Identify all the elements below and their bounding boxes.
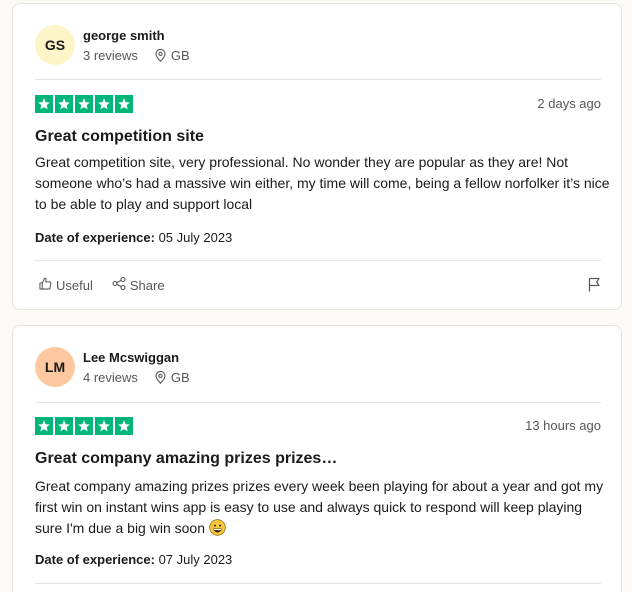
flag-icon[interactable]: [588, 277, 601, 297]
divider: [35, 79, 601, 80]
star-icon: [95, 417, 113, 435]
reviewer-info: Lee Mcswiggan 4 reviews GB: [83, 350, 190, 385]
share-button[interactable]: Share: [112, 276, 165, 293]
date-of-experience: Date of experience: 05 July 2023: [35, 230, 232, 245]
star-rating: [35, 95, 133, 113]
review-body-text: Great company amazing prizes prizes ever…: [35, 478, 604, 536]
review-card: LM Lee Mcswiggan 4 reviews GB 13 hours a…: [12, 325, 622, 592]
review-actions: Useful Share: [39, 276, 184, 293]
reviewer-meta: 3 reviews GB: [83, 48, 190, 63]
reviewer-header: GS george smith 3 reviews GB: [35, 25, 190, 65]
star-icon: [75, 417, 93, 435]
share-icon: [112, 276, 126, 293]
reviewer-header: LM Lee Mcswiggan 4 reviews GB: [35, 347, 190, 387]
reviewer-info: george smith 3 reviews GB: [83, 28, 190, 63]
review-count: 3 reviews: [83, 47, 138, 63]
star-icon: [35, 95, 53, 113]
divider: [35, 583, 601, 584]
star-rating: [35, 417, 133, 435]
experience-label: Date of experience:: [35, 230, 155, 245]
experience-date: 07 July 2023: [158, 552, 233, 567]
thumbs-up-icon: [39, 277, 52, 293]
grinning-face-emoji-icon: [209, 519, 226, 542]
experience-date: 05 July 2023: [158, 230, 233, 245]
star-icon: [55, 417, 73, 435]
experience-label: Date of experience:: [35, 552, 155, 567]
review-body: Great company amazing prizes prizes ever…: [35, 476, 610, 542]
share-label: Share: [129, 277, 165, 293]
reviewer-name[interactable]: george smith: [83, 28, 190, 43]
divider: [35, 402, 601, 403]
avatar[interactable]: LM: [35, 347, 75, 387]
review-count: 4 reviews: [83, 369, 138, 385]
star-icon: [115, 417, 133, 435]
date-of-experience: Date of experience: 07 July 2023: [35, 552, 232, 567]
useful-button[interactable]: Useful: [39, 277, 93, 293]
review-card: GS george smith 3 reviews GB 2 days ago: [12, 3, 622, 310]
review-title[interactable]: Great competition site: [35, 128, 204, 146]
location-pin-icon: [155, 48, 166, 62]
reviews-page: GS george smith 3 reviews GB 2 days ago: [0, 0, 632, 592]
star-icon: [55, 95, 73, 113]
star-icon: [35, 417, 53, 435]
review-body: Great competition site, very professiona…: [35, 154, 610, 212]
review-title[interactable]: Great company amazing prizes prizes…: [35, 450, 337, 468]
reviewer-country: GB: [170, 47, 190, 63]
reviewer-name[interactable]: Lee Mcswiggan: [83, 350, 190, 365]
reviewer-country: GB: [170, 369, 190, 385]
star-icon: [115, 95, 133, 113]
location-pin-icon: [155, 370, 166, 384]
divider: [35, 260, 601, 261]
reviewer-meta: 4 reviews GB: [83, 370, 190, 385]
useful-label: Useful: [56, 277, 93, 293]
star-icon: [95, 95, 113, 113]
review-date: 2 days ago: [537, 96, 601, 111]
review-date: 13 hours ago: [525, 418, 601, 433]
star-icon: [75, 95, 93, 113]
avatar[interactable]: GS: [35, 25, 75, 65]
